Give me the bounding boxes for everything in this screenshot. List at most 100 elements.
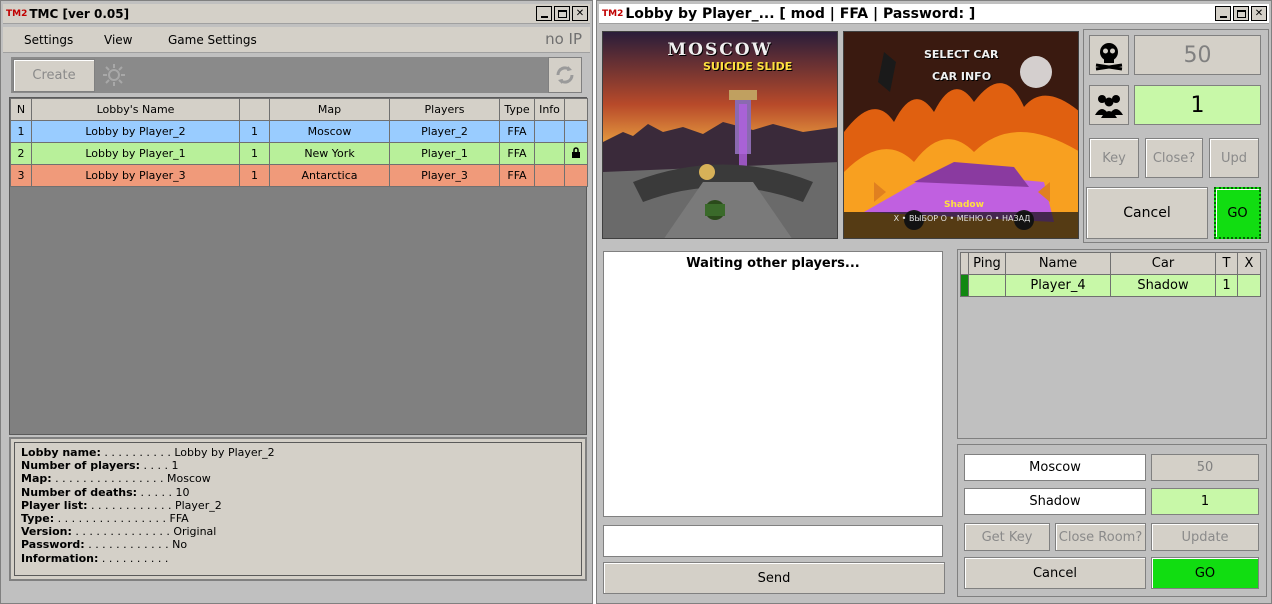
column-t[interactable]: T — [1215, 252, 1238, 275]
go-bottom-button[interactable]: GO — [1151, 557, 1259, 589]
close-room-button[interactable]: Close Room? — [1055, 523, 1146, 551]
detail-line: Type: . . . . . . . . . . . . . . . . FF… — [21, 511, 189, 525]
column-map[interactable]: Map — [269, 98, 390, 121]
room-title: Lobby by Player_... [ mod | FFA | Passwo… — [625, 5, 976, 22]
car-footer-text: X • ВЫБОР O • МЕНЮ O • НАЗАД — [893, 214, 1031, 223]
car-select-text: SELECT CAR — [924, 48, 999, 61]
column-car[interactable]: Car — [1110, 252, 1216, 275]
lobby-map: Moscow — [269, 120, 390, 143]
lobby-row[interactable]: 3 Lobby by Player_3 1 Antarctica Player_… — [10, 164, 588, 187]
deaths-field: 50 — [1151, 454, 1259, 481]
update-button[interactable]: Update — [1151, 523, 1259, 551]
lobby-titlebar[interactable]: TM2 TMC [ver 0.05] ✕ — [3, 4, 590, 24]
cancel-bottom-button[interactable]: Cancel — [964, 557, 1146, 589]
players-icon — [1089, 85, 1129, 125]
column-extra — [564, 98, 588, 121]
menu-settings[interactable]: Settings — [24, 33, 73, 47]
lobby-n: 3 — [10, 164, 32, 187]
lobby-name: Lobby by Player_1 — [31, 142, 240, 165]
car-name-text: Shadow — [944, 200, 984, 210]
lobby-lock — [564, 164, 588, 187]
maximize-icon — [557, 9, 567, 18]
minimize-button[interactable] — [1215, 6, 1231, 21]
player-x — [1237, 274, 1261, 297]
key-button[interactable]: Key — [1089, 138, 1139, 178]
menu-game-settings[interactable]: Game Settings — [168, 33, 257, 47]
cancel-button[interactable]: Cancel — [1086, 187, 1208, 239]
column-x[interactable]: X — [1237, 252, 1261, 275]
chat-input[interactable] — [603, 525, 943, 557]
window-title: TMC [ver 0.05] — [29, 6, 130, 21]
get-key-label: Get Key — [981, 529, 1033, 545]
map-preview-image: MOSCOW SUICIDE SLIDE — [602, 31, 838, 239]
lobby-players: Player_1 — [389, 142, 500, 165]
maximize-button[interactable] — [554, 6, 570, 21]
lobby-n: 1 — [10, 120, 32, 143]
map-field[interactable]: Moscow — [964, 454, 1146, 481]
lobby-name: Lobby by Player_2 — [31, 120, 240, 143]
chat-log[interactable]: Waiting other players... — [603, 251, 943, 517]
players-table-header: Ping Name Car T X — [960, 252, 1261, 275]
close-room-short-button[interactable]: Close? — [1145, 138, 1203, 178]
create-label: Create — [32, 68, 76, 83]
lobby-list: N Lobby's Name Map Players Type Info 1 L… — [9, 97, 588, 435]
player-car: Shadow — [1110, 274, 1216, 297]
column-n[interactable]: N — [10, 98, 32, 121]
close-button[interactable]: ✕ — [572, 6, 588, 21]
get-key-button[interactable]: Get Key — [964, 523, 1050, 551]
deaths-value: 50 — [1134, 35, 1261, 75]
lobby-table-header: N Lobby's Name Map Players Type Info — [10, 98, 588, 121]
create-button[interactable]: Create — [13, 59, 95, 92]
minimize-icon — [1219, 15, 1227, 18]
map-title-text: MOSCOW — [667, 40, 773, 60]
key-label: Key — [1102, 150, 1126, 166]
detail-line: Information: . . . . . . . . . . — [21, 551, 169, 565]
column-type[interactable]: Type — [499, 98, 535, 121]
room-stats-panel: 50 1 Key Close? Upd Cancel GO — [1083, 29, 1269, 243]
menu-view[interactable]: View — [104, 33, 132, 47]
column-ping[interactable]: Ping — [968, 252, 1006, 275]
player-row[interactable]: Player_4 Shadow 1 — [960, 274, 1261, 297]
close-button[interactable]: ✕ — [1251, 6, 1267, 21]
close-short-label: Close? — [1152, 150, 1196, 166]
maximize-button[interactable] — [1233, 6, 1249, 21]
send-label: Send — [757, 570, 791, 586]
detail-line: Player list: . . . . . . . . . . . . Pla… — [21, 498, 222, 512]
lobby-count: 1 — [239, 120, 270, 143]
lobby-count: 1 — [239, 164, 270, 187]
lobby-type: FFA — [499, 120, 535, 143]
minimize-button[interactable] — [536, 6, 552, 21]
player-ping — [968, 274, 1006, 297]
lobby-row[interactable]: 1 Lobby by Player_2 1 Moscow Player_2 FF… — [10, 120, 588, 143]
lobby-toolbar: Create — [11, 57, 582, 93]
player-indicator — [960, 274, 969, 297]
app-logo: TM2 — [602, 8, 624, 19]
minimize-icon — [540, 15, 548, 18]
go-label: GO — [1227, 205, 1248, 221]
refresh-button[interactable] — [548, 57, 582, 93]
car-field[interactable]: Shadow — [964, 488, 1146, 515]
lobby-row[interactable]: 2 Lobby by Player_1 1 New York Player_1 … — [10, 142, 588, 165]
column-players[interactable]: Players — [389, 98, 500, 121]
car-preview-image: SELECT CAR CAR INFO Shadow X • ВЫБОР O •… — [843, 31, 1079, 239]
column-count[interactable] — [239, 98, 270, 121]
lobby-type: FFA — [499, 164, 535, 187]
maximize-icon — [1236, 9, 1246, 18]
send-button[interactable]: Send — [603, 562, 945, 594]
column-lobby-name[interactable]: Lobby's Name — [31, 98, 240, 121]
column-info[interactable]: Info — [534, 98, 565, 121]
close-room-label: Close Room? — [1058, 529, 1143, 545]
menu-bar: Settings View Game Settings no IP — [3, 27, 590, 53]
lobby-count: 1 — [239, 142, 270, 165]
players-count-value: 1 — [1134, 85, 1261, 125]
update-short-button[interactable]: Upd — [1209, 138, 1259, 178]
go-button[interactable]: GO — [1214, 187, 1261, 239]
lock-icon — [572, 146, 580, 158]
detail-line: Password: . . . . . . . . . . . . No — [21, 538, 188, 552]
detail-line: Map: . . . . . . . . . . . . . . . . Mos… — [21, 472, 211, 486]
column-name[interactable]: Name — [1005, 252, 1111, 275]
lobby-details: Lobby name: . . . . . . . . . . Lobby by… — [14, 442, 582, 576]
room-titlebar[interactable]: TM2 Lobby by Player_... [ mod | FFA | Pa… — [599, 4, 1269, 24]
gear-icon[interactable] — [101, 62, 127, 88]
players-field: 1 — [1151, 488, 1259, 515]
